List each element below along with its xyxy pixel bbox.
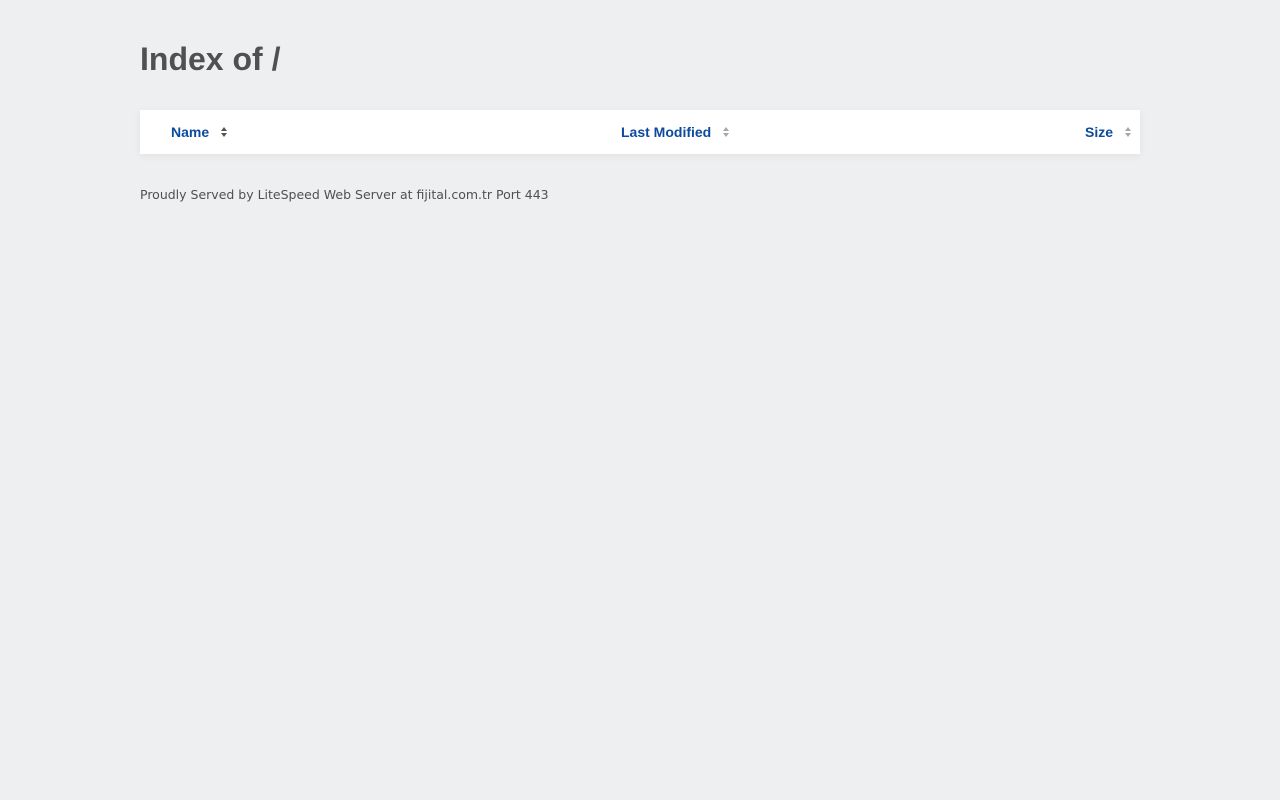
sort-arrows-icon bbox=[723, 127, 730, 137]
column-header-size-label: Size bbox=[1084, 124, 1113, 140]
server-footer: Proudly Served by LiteSpeed Web Server a… bbox=[140, 187, 549, 202]
directory-listing-table: Name Last Modified Size bbox=[140, 110, 1140, 154]
sort-arrows-icon bbox=[1125, 127, 1132, 137]
page-title: Index of / bbox=[140, 41, 281, 77]
column-header-size[interactable]: Size bbox=[1085, 110, 1132, 154]
sort-arrows-icon bbox=[221, 127, 228, 137]
column-header-last-modified[interactable]: Last Modified bbox=[621, 110, 730, 154]
column-header-name-label: Name bbox=[171, 124, 210, 140]
page-container: Index of / Name Last Modified Size Proud… bbox=[140, 0, 1140, 202]
column-header-last-modified-label: Last Modified bbox=[621, 124, 712, 140]
column-header-name[interactable]: Name bbox=[171, 110, 228, 154]
